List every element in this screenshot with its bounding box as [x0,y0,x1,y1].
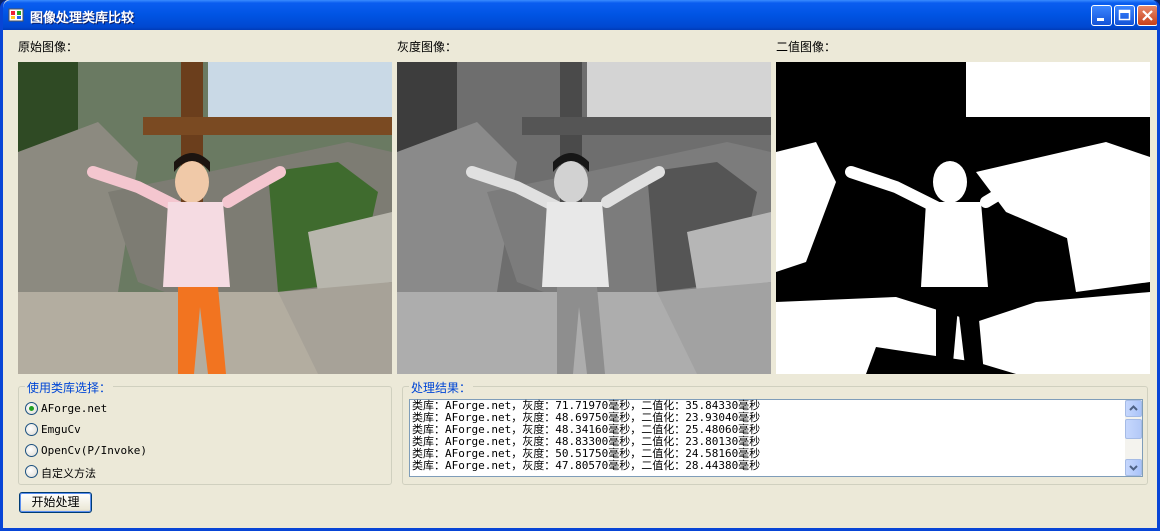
results-group-title: 处理结果： [409,379,474,396]
original-image-label: 原始图像： [18,40,79,54]
main-window: 图像处理类库比较 原始图像： 灰度图像： 二值图像： 使用类库选择： AForg… [0,0,1160,531]
start-processing-button[interactable]: 开始处理 [19,492,92,513]
chevron-up-icon [1129,405,1138,411]
radio-unchecked-icon [25,423,38,436]
gray-image [397,62,771,374]
results-textbox[interactable]: 类库：AForge.net，灰度：71.71970毫秒，二值化：35.84330… [409,399,1143,477]
radio-opencv-label: OpenCv(P/Invoke) [41,444,147,457]
app-icon [8,8,24,22]
radio-unchecked-icon [25,465,38,478]
original-image [18,62,392,374]
close-button[interactable] [1137,5,1157,26]
radio-custom-label: 自定义方法 [41,467,96,480]
gray-image-label: 灰度图像： [397,40,458,54]
results-group: 处理结果： 类库：AForge.net，灰度：71.71970毫秒，二值化：35… [402,379,1148,485]
radio-aforge-label: AForge.net [41,402,108,415]
scroll-thumb[interactable] [1125,419,1142,439]
scroll-up-button[interactable] [1125,400,1142,417]
window-title: 图像处理类库比较 [30,11,135,26]
binary-image-label: 二值图像： [776,40,837,54]
vertical-scrollbar[interactable] [1125,400,1142,476]
maximize-button[interactable] [1114,5,1135,26]
scroll-down-button[interactable] [1125,459,1142,476]
maximize-icon [1118,9,1131,21]
minimize-button[interactable] [1091,5,1112,26]
results-lines: 类库：AForge.net，灰度：71.71970毫秒，二值化：35.84330… [412,400,760,472]
binary-image [776,62,1150,374]
radio-emgucv-label: EmguCv [41,423,81,436]
radio-checked-icon [25,402,38,415]
client-area: 原始图像： 灰度图像： 二值图像： 使用类库选择： AForge.net Emg… [3,30,1157,528]
radio-unchecked-icon [25,444,38,457]
library-group-title: 使用类库选择： [25,379,114,396]
close-icon [1142,10,1153,21]
result-line: 类库：AForge.net，灰度：47.80570毫秒，二值化：28.44380… [412,459,761,472]
chevron-down-icon [1129,465,1138,471]
library-group: 使用类库选择： AForge.net EmguCv OpenCv(P/Invok… [18,379,392,485]
minimize-icon [1097,18,1104,21]
title-bar[interactable]: 图像处理类库比较 [3,0,1157,30]
